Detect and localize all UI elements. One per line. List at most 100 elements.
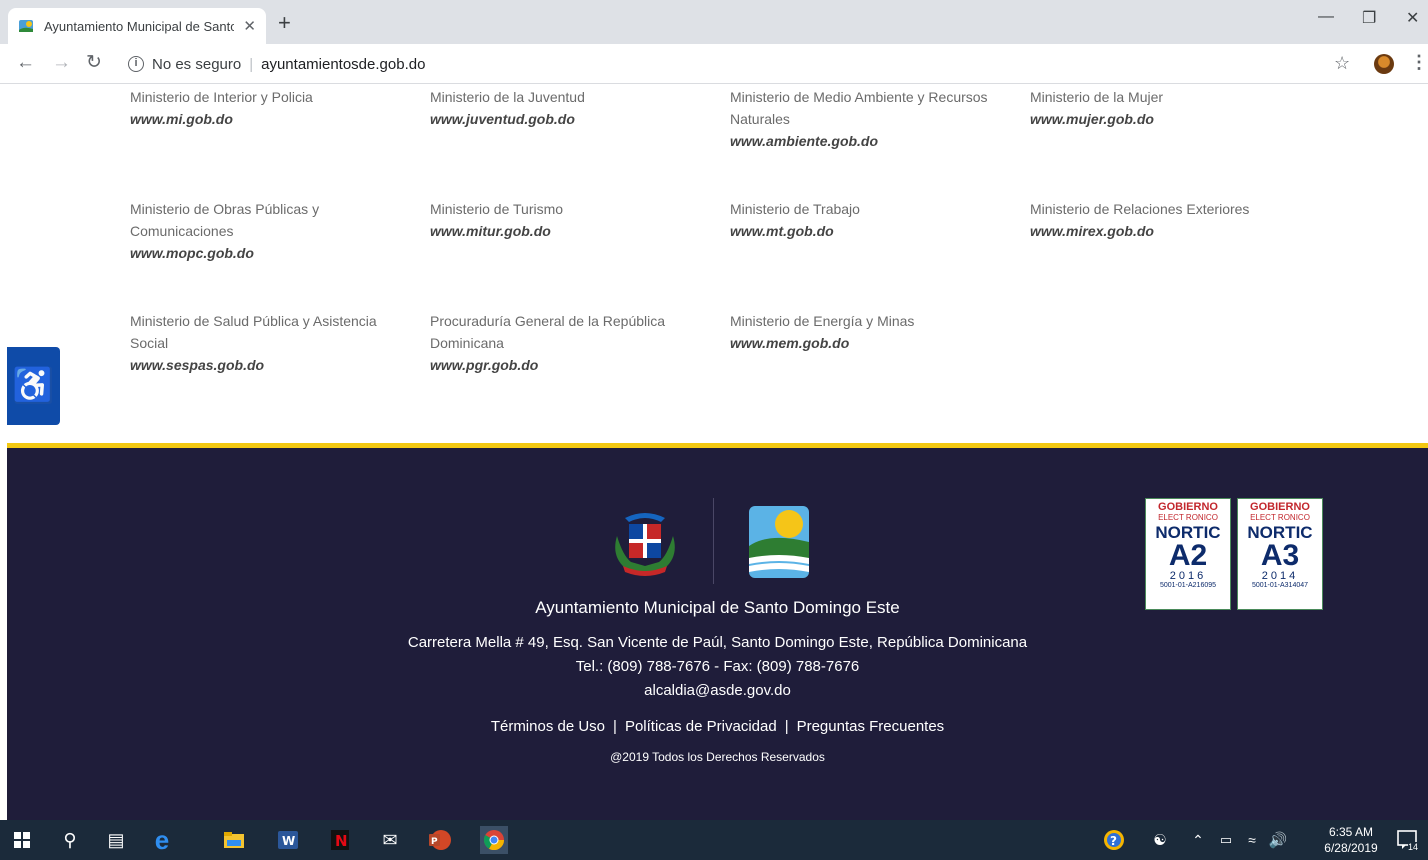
netflix-icon[interactable]: N [328,828,352,852]
ministry-name: Ministerio de Relaciones Exteriores [1030,201,1250,217]
ministry-name: Ministerio de Medio Ambiente y Recursos … [730,89,988,127]
show-hidden-icons-chevron-icon[interactable]: ⌃ [1186,828,1210,852]
ministry-item: Ministerio de Trabajo www.mt.gob.do [730,198,1000,242]
wheelchair-icon: ♿ [12,367,55,405]
windows-start-icon[interactable] [10,828,34,852]
browser-toolbar: ← → ↻ i No es seguro | ayuntamientosde.g… [0,44,1428,84]
ministry-link[interactable]: www.ambiente.gob.do [730,130,1000,152]
nortic-a3-badge[interactable]: GOBIERNO ELECT RONICO NORTIC A3 2014 500… [1237,498,1323,610]
wifi-icon[interactable]: ≈ [1240,828,1264,852]
ministry-item: Ministerio de Relaciones Exteriores www.… [1030,198,1300,242]
notification-count-badge: 14 [1408,842,1419,852]
ministry-item: Ministerio de Salud Pública y Asistencia… [130,310,400,376]
svg-text:W: W [282,834,295,848]
new-tab-button[interactable]: + [278,12,291,34]
ministry-item: Ministerio de Turismo www.mitur.gob.do [430,198,700,242]
ministries-section: Ministerio de Interior y Policia www.mi.… [0,84,1428,444]
chrome-icon[interactable] [480,826,508,854]
forward-arrow-icon[interactable]: → [52,52,71,74]
badge-level: A2 [1168,539,1208,572]
back-arrow-icon[interactable]: ← [16,52,35,74]
ministry-item: Ministerio de Energía y Minas www.mem.go… [730,310,1000,354]
footer-phone: Tel.: (809) 788-7676 - Fax: (809) 788-76… [575,658,860,675]
badge-top-text: GOBIERNO [1158,501,1218,513]
ministry-item: Ministerio de Medio Ambiente y Recursos … [730,86,1000,152]
ministry-link[interactable]: www.mi.gob.do [130,108,400,130]
search-icon[interactable]: ⚲ [58,828,82,852]
reload-icon[interactable]: ↻ [86,52,102,74]
ministry-link[interactable]: www.mujer.gob.do [1030,108,1300,130]
clock-time: 6:35 AM [1328,825,1374,839]
footer-address: Carretera Mella # 49, Esq. San Vicente d… [407,634,1028,651]
file-explorer-icon[interactable] [222,828,246,852]
privacy-link[interactable]: Políticas de Privacidad [625,718,777,735]
site-favicon-icon [18,18,34,34]
ministry-name: Ministerio de Energía y Minas [730,313,915,329]
footer-copyright: @2019 Todos los Derechos Reservados [610,750,825,764]
badge-sub-text: ELECT RONICO [1250,513,1310,522]
badge-level: A3 [1260,539,1300,572]
mail-icon[interactable]: ✉ [378,828,402,852]
edge-browser-icon[interactable]: e [150,825,174,855]
ministry-link[interactable]: www.mopc.gob.do [130,242,400,264]
close-window-icon[interactable]: ✕ [1406,8,1419,28]
footer-email[interactable]: alcaldia@asde.gov.do [7,682,1428,699]
ministry-item: Ministerio de la Mujer www.mujer.gob.do [1030,86,1300,130]
ministry-name: Ministerio de Interior y Policia [130,89,313,105]
ministry-item: Ministerio de la Juventud www.juventud.g… [430,86,700,130]
ministry-link[interactable]: www.pgr.gob.do [430,354,700,376]
ministry-link[interactable]: www.mitur.gob.do [430,220,700,242]
ministry-item: Procuraduría General de la República Dom… [430,310,700,376]
badge-sub-text: ELECT RONICO [1158,513,1218,522]
task-view-icon[interactable]: ▤ [104,828,128,852]
svg-text:N: N [335,832,348,850]
ministry-item: Ministerio de Interior y Policia www.mi.… [130,86,400,130]
windows-taskbar: ⚲ ▤ e W N ✉ P ? ☯ ⌃ ▭ ≈ 🔊 6:35 AM 6/28/2… [0,820,1428,860]
terms-link[interactable]: Términos de Uso [491,718,605,735]
minimize-icon[interactable]: — [1318,8,1334,26]
url-text[interactable]: ayuntamientosde.gob.do [261,56,425,73]
people-icon[interactable]: ☯ [1148,828,1172,852]
ministry-name: Procuraduría General de la República Dom… [430,313,666,351]
ministry-link[interactable]: www.sespas.gob.do [130,354,400,376]
browser-tab-strip: Ayuntamiento Municipal de Santo Domingo … [0,0,1428,44]
link-separator: | [784,718,789,735]
ministry-link[interactable]: www.juventud.gob.do [430,108,700,130]
volume-icon[interactable]: 🔊 [1266,828,1290,852]
svg-text:?: ? [1110,834,1117,848]
ministry-name: Ministerio de Turismo [430,201,564,217]
tab-close-icon[interactable]: ✕ [243,17,256,35]
profile-avatar[interactable] [1374,54,1394,74]
badge-year: 2014 [1261,570,1299,582]
footer-links: Términos de Uso | Políticas de Privacidad |… [7,718,1428,735]
bookmark-star-icon[interactable]: ☆ [1334,53,1350,74]
tab-title: Ayuntamiento Municipal de Santo Domingo … [44,18,234,34]
badge-code: 5001-01-A314047 [1251,582,1309,589]
municipal-logo [749,506,809,583]
ministry-name: Ministerio de la Mujer [1030,89,1164,105]
accessibility-button[interactable]: ♿ [7,347,60,425]
restore-window-icon[interactable]: ❐ [1362,8,1376,28]
help-icon[interactable]: ? [1102,828,1126,852]
battery-icon[interactable]: ▭ [1214,828,1238,852]
badge-code: 5001-01-A216095 [1159,582,1217,589]
ministry-name: Ministerio de Trabajo [730,201,860,217]
badge-year: 2016 [1169,570,1207,582]
powerpoint-icon[interactable]: P [428,828,452,852]
ministry-link[interactable]: www.mirex.gob.do [1030,220,1300,242]
browser-menu-icon[interactable]: ⋮ [1410,52,1428,73]
address-bar[interactable]: i No es seguro | ayuntamientosde.gob.do [118,49,1358,79]
faq-link[interactable]: Preguntas Frecuentes [797,718,945,735]
word-icon[interactable]: W [276,828,300,852]
system-clock[interactable]: 6:35 AM 6/28/2019 [1318,824,1384,856]
site-info-icon[interactable]: i [128,56,144,72]
ministry-name: Ministerio de la Juventud [430,89,585,105]
badge-top-text: GOBIERNO [1250,501,1310,513]
nortic-a2-badge[interactable]: GOBIERNO ELECT RONICO NORTIC A2 2016 500… [1145,498,1231,610]
ministry-link[interactable]: www.mem.gob.do [730,332,1000,354]
link-separator: | [613,718,617,735]
ministry-item: Ministerio de Obras Públicas y Comunicac… [130,198,400,264]
ministry-link[interactable]: www.mt.gob.do [730,220,1000,242]
address-divider: | [249,55,254,73]
browser-tab[interactable]: Ayuntamiento Municipal de Santo Domingo … [8,8,266,44]
